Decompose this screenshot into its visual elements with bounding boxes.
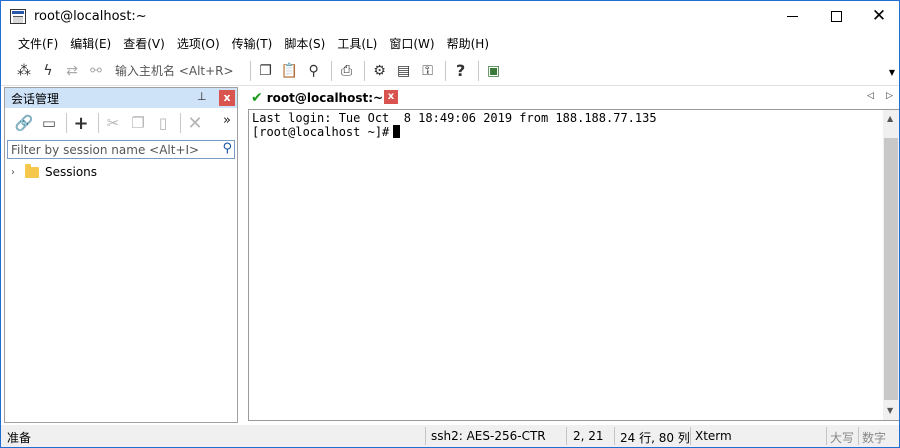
status-encryption: ssh2: AES-256-CTR <box>431 429 546 443</box>
scroll-down-icon[interactable]: ▼ <box>887 406 893 415</box>
main-toolbar: ⁂ ϟ ⇄ ⚯ 输入主机名 <Alt+R> ❐ 📋 ⚲ ⎙ ⚙ ▤ ⚿ ? ▣ … <box>1 56 899 86</box>
connect-icon[interactable]: ⁂ <box>13 60 35 82</box>
find-binoculars-icon[interactable]: ⚲ <box>303 60 325 82</box>
keymap-icon[interactable]: ▤ <box>393 60 415 82</box>
toolbar-separator <box>444 60 446 81</box>
terminal-view[interactable]: Last login: Tue Oct 8 18:49:06 2019 from… <box>248 109 899 421</box>
tab-close-button[interactable]: x <box>384 90 398 104</box>
session-toolbar-separator <box>66 113 67 133</box>
menu-view[interactable]: 查看(V) <box>117 33 171 55</box>
toolbar-separator <box>363 60 365 81</box>
status-num: 数字 <box>862 431 887 445</box>
folder-icon <box>25 163 39 178</box>
help-icon[interactable]: ? <box>450 60 472 82</box>
cut-icon[interactable]: ✂ <box>102 112 124 134</box>
terminal-scrollbar[interactable]: ▲ ▼ <box>883 110 899 420</box>
status-term-type: Xterm <box>695 429 732 443</box>
new-session-plus-icon[interactable]: + <box>70 112 92 134</box>
status-caps: 大写 <box>830 431 855 445</box>
status-cursor-pos: 2, 21 <box>573 429 604 443</box>
terminal-cursor <box>393 125 401 138</box>
terminal-line: Last login: Tue Oct 8 18:49:06 2019 from… <box>252 111 657 125</box>
menu-help[interactable]: 帮助(H) <box>441 33 495 55</box>
session-tree-item[interactable]: › Sessions <box>5 162 237 182</box>
menu-bar: 文件(F) 编辑(E) 查看(V) 选项(O) 传输(T) 脚本(S) 工具(L… <box>1 32 899 56</box>
toolbar-separator <box>330 60 332 81</box>
menu-transfer[interactable]: 传输(T) <box>226 33 279 55</box>
session-copy-icon[interactable]: ❐ <box>127 112 149 134</box>
menu-window[interactable]: 窗口(W) <box>383 33 440 55</box>
tab-root-localhost[interactable]: ✔ root@localhost:~ x <box>246 87 401 108</box>
search-icon[interactable]: ⚲ <box>222 141 232 156</box>
sftp-icon[interactable]: ▣ <box>483 60 505 82</box>
status-divider <box>690 427 691 445</box>
maximize-button[interactable] <box>813 1 859 32</box>
maximize-icon <box>830 11 842 22</box>
title-bar[interactable]: root@localhost:~ ✕ <box>1 1 899 32</box>
session-connect-link-icon[interactable]: 🔗 <box>13 112 35 134</box>
window-title: root@localhost:~ <box>34 9 147 24</box>
terminal-output[interactable]: Last login: Tue Oct 8 18:49:06 2019 from… <box>252 111 657 139</box>
tab-scroll-left-icon[interactable]: ◁ <box>867 91 874 101</box>
copy-icon[interactable]: ❐ <box>255 60 277 82</box>
close-window-button[interactable]: ✕ <box>856 1 900 32</box>
status-divider <box>566 427 567 445</box>
session-manager-panel: 会话管理 ⊥ x 🔗 ▭ + ✂ ❐ ▯ ✕ » ⚲ › Sessions <box>4 87 238 423</box>
key-icon[interactable]: ⚿ <box>417 60 439 82</box>
status-ready: 准备 <box>7 431 32 445</box>
status-divider <box>614 427 615 445</box>
toolbar-separator <box>477 60 479 81</box>
expand-chevron-icon[interactable]: › <box>11 167 25 178</box>
status-divider <box>425 427 426 445</box>
scrollbar-thumb[interactable] <box>884 138 898 400</box>
minimize-button[interactable] <box>769 1 815 32</box>
menu-file[interactable]: 文件(F) <box>12 33 64 55</box>
quick-connect-lightning-icon[interactable]: ϟ <box>37 60 59 82</box>
app-window: root@localhost:~ ✕ 文件(F) 编辑(E) 查看(V) 选项(… <box>0 0 900 448</box>
menu-script[interactable]: 脚本(S) <box>278 33 331 55</box>
tab-label: root@localhost:~ <box>266 90 384 105</box>
session-toolbar-more-icon[interactable]: » <box>223 113 231 128</box>
app-terminal-icon[interactable] <box>10 9 26 24</box>
session-filter: ⚲ <box>7 140 235 159</box>
minimize-icon <box>786 16 798 17</box>
session-manager-header: 会话管理 ⊥ x <box>5 88 237 108</box>
quick-connect-hint[interactable]: 输入主机名 <Alt+R> <box>115 62 234 79</box>
scroll-up-icon[interactable]: ▲ <box>887 114 893 123</box>
menu-options[interactable]: 选项(O) <box>171 33 226 55</box>
print-icon[interactable]: ⎙ <box>336 60 358 82</box>
session-connect-tab-icon[interactable]: ▭ <box>38 112 60 134</box>
session-filter-input[interactable] <box>8 141 234 158</box>
paste-icon[interactable]: 📋 <box>279 60 301 82</box>
toolbar-overflow-icon[interactable]: ▼ <box>889 68 895 77</box>
session-paste-icon[interactable]: ▯ <box>152 112 174 134</box>
session-tree-label: Sessions <box>45 165 98 179</box>
terminal-prompt-line: [root@localhost ~]# <box>252 125 657 139</box>
menu-edit[interactable]: 编辑(E) <box>64 33 117 55</box>
toolbar-separator <box>249 60 251 81</box>
session-tab-bar: ✔ root@localhost:~ x ◁ ▷ <box>246 87 899 108</box>
session-manager-title: 会话管理 <box>11 91 60 106</box>
tab-scroll-right-icon[interactable]: ▷ <box>886 91 893 101</box>
pin-icon[interactable]: ⊥ <box>197 90 207 103</box>
disconnect-link-icon[interactable]: ⚯ <box>85 60 107 82</box>
status-bar: 准备 ssh2: AES-256-CTR 2, 21 24 行, 80 列 Xt… <box>1 425 899 447</box>
reconnect-icon[interactable]: ⇄ <box>61 60 83 82</box>
delete-x-icon[interactable]: ✕ <box>184 112 206 134</box>
status-divider <box>826 427 827 445</box>
session-toolbar-separator <box>180 113 181 133</box>
terminal-prompt: [root@localhost ~]# <box>252 125 390 139</box>
session-toolbar-separator <box>98 113 99 133</box>
session-toolbar: 🔗 ▭ + ✂ ❐ ▯ ✕ » <box>5 108 237 138</box>
status-divider <box>858 427 859 445</box>
menu-tools[interactable]: 工具(L) <box>331 33 383 55</box>
session-manager-close-button[interactable]: x <box>219 90 235 106</box>
settings-gear-icon[interactable]: ⚙ <box>369 60 391 82</box>
connected-check-icon: ✔ <box>251 89 263 106</box>
status-size: 24 行, 80 列 <box>620 431 690 445</box>
close-icon: ✕ <box>871 6 887 26</box>
